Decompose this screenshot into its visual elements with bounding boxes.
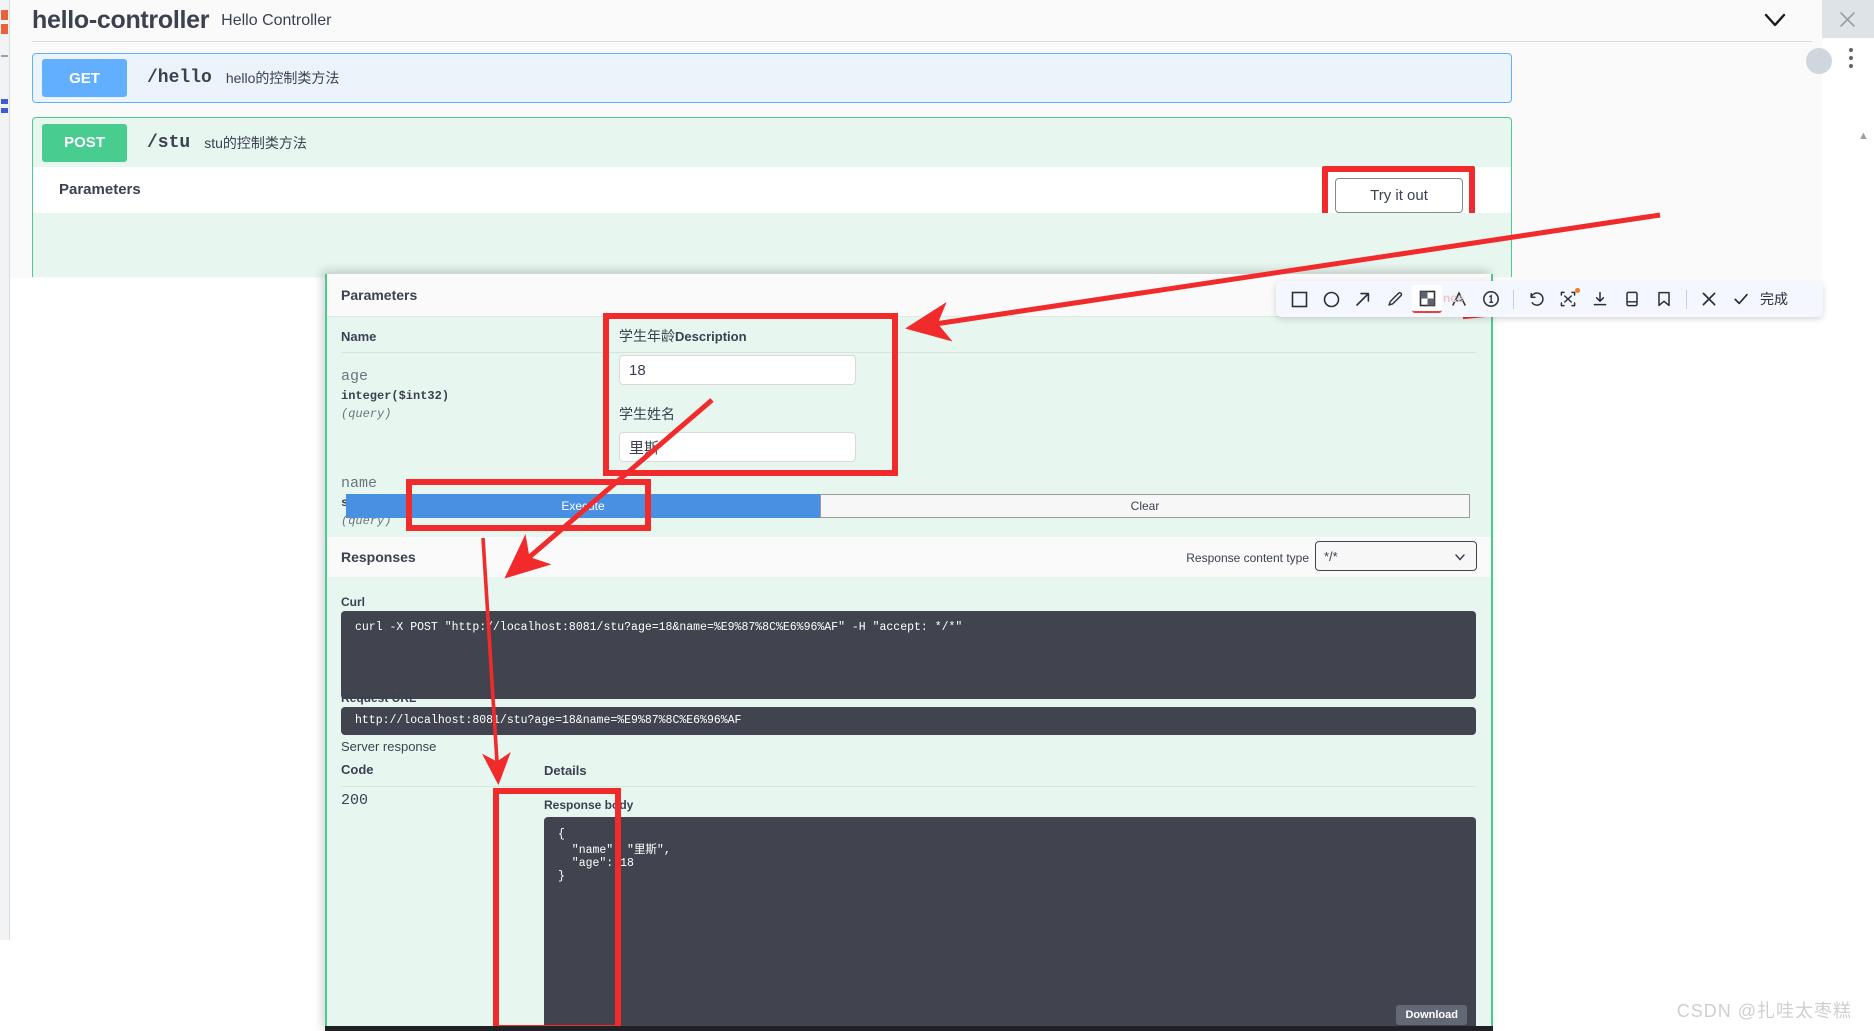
parameter-row-age: age integer($int32) (query): [341, 368, 449, 421]
parameter-location: (query): [341, 407, 392, 421]
chevron-down-icon[interactable]: [1758, 6, 1792, 34]
toolbar-divider: [1686, 289, 1687, 309]
parameter-type: integer($int32): [341, 389, 450, 403]
pin-icon[interactable]: [1617, 285, 1647, 313]
field-label-age: 学生年龄: [619, 328, 675, 344]
status-code: 200: [341, 792, 369, 809]
bookmark-icon[interactable]: [1649, 285, 1679, 313]
response-body-label: Response body: [544, 798, 634, 812]
controller-header: hello-controller Hello Controller: [32, 0, 1812, 41]
rail-marker-2: [1, 24, 8, 34]
column-header-description: Description: [675, 329, 747, 344]
response-content-type-label: Response content type: [1186, 551, 1309, 565]
mosaic-icon[interactable]: [1412, 285, 1442, 313]
ellipse-icon[interactable]: [1316, 285, 1346, 313]
download-button[interactable]: Download: [1396, 1005, 1467, 1025]
try-it-out-button[interactable]: Try it out: [1335, 178, 1463, 213]
table-rule: [341, 352, 1476, 353]
column-header-code: Code: [341, 762, 374, 777]
response-content-type-select[interactable]: */*: [1315, 541, 1477, 571]
field-label-name: 学生姓名: [619, 406, 675, 422]
download-icon[interactable]: [1585, 285, 1615, 313]
operation-path: /stu: [147, 132, 191, 153]
request-url-code-block[interactable]: http://localhost:8081/stu?age=18&name=%E…: [341, 707, 1476, 735]
browser-right-chrome: [1822, 0, 1874, 1031]
responses-bar: Responses Response content type */*: [327, 537, 1491, 577]
close-icon[interactable]: [1838, 10, 1857, 29]
execute-button[interactable]: Execute: [346, 494, 820, 518]
column-header-details: Details: [544, 763, 587, 778]
arrow-icon[interactable]: [1348, 285, 1378, 313]
rectangle-icon[interactable]: [1284, 285, 1314, 313]
ocr-icon[interactable]: [1553, 285, 1583, 313]
panel-parameters-heading: Parameters: [341, 287, 418, 303]
panel-bottom-edge: [325, 1026, 1493, 1031]
screenshot-capture-panel: Parameters Name Description age integer(…: [325, 274, 1493, 1031]
http-verb-badge: GET: [42, 59, 127, 97]
page-subtitle: Hello Controller: [221, 11, 332, 29]
clear-button[interactable]: Clear: [820, 494, 1470, 518]
operation-summary: hello的控制类方法: [225, 70, 340, 86]
pen-icon[interactable]: [1380, 285, 1410, 313]
number-icon[interactable]: [1476, 285, 1506, 313]
toolbar-divider: [1513, 289, 1514, 309]
scroll-up-arrow-icon[interactable]: ▲: [1858, 130, 1869, 142]
operation-get-hello[interactable]: GET /hello hello的控制类方法: [32, 53, 1512, 103]
done-button[interactable]: 完成: [1760, 289, 1788, 309]
undo-icon[interactable]: [1521, 285, 1551, 313]
parameters-heading: Parameters: [59, 181, 141, 198]
watermark: CSDN @扎哇太枣糕: [1676, 1001, 1852, 1021]
swagger-ui-page: hello-controller Hello Controller GET /h…: [10, 0, 1822, 278]
page-title: hello-controller: [32, 6, 210, 34]
operation-body-sub: [32, 213, 1512, 277]
avatar[interactable]: [1806, 48, 1832, 74]
name-input[interactable]: [619, 432, 856, 462]
operation-path: /hello: [147, 68, 212, 88]
annotation-toolbar: 完成: [1276, 281, 1823, 317]
rail-marker-3: [1, 55, 8, 57]
request-url-label: Request URL: [341, 691, 417, 705]
check-icon[interactable]: [1726, 285, 1756, 313]
server-response-label: Server response: [341, 739, 437, 754]
header-divider: [32, 41, 1812, 42]
response-content-type-value: */*: [1324, 548, 1338, 564]
curl-label: Curl: [341, 595, 365, 609]
responses-heading: Responses: [341, 549, 416, 565]
rail-marker-1: [1, 10, 8, 20]
age-input[interactable]: [619, 355, 856, 385]
parameter-name: name: [341, 475, 378, 492]
chevron-down-icon: [1454, 551, 1466, 566]
screen-root: hello-controller Hello Controller GET /h…: [0, 0, 1874, 1031]
browser-left-rail: [0, 0, 10, 940]
text-icon[interactable]: [1444, 285, 1474, 313]
rail-marker-5: [1, 108, 8, 113]
http-verb-badge: POST: [42, 123, 127, 162]
column-header-name: Name: [341, 329, 377, 344]
action-row: Execute Clear: [346, 494, 1470, 518]
server-response-rule: [341, 786, 1476, 787]
curl-code-block[interactable]: curl -X POST "http://localhost:8081/stu?…: [341, 611, 1476, 699]
rail-marker-4: [1, 99, 8, 104]
operation-summary: stu的控制类方法: [204, 134, 307, 151]
notification-dot: [1575, 288, 1580, 293]
parameter-name: age: [341, 368, 369, 385]
kebab-menu-icon[interactable]: [1849, 48, 1853, 72]
close-icon[interactable]: [1694, 285, 1724, 313]
operation-post-stu[interactable]: POST /stu stu的控制类方法: [32, 117, 1512, 167]
response-body-code-block[interactable]: { "name": "里斯", "age": 18 }: [544, 817, 1476, 1031]
